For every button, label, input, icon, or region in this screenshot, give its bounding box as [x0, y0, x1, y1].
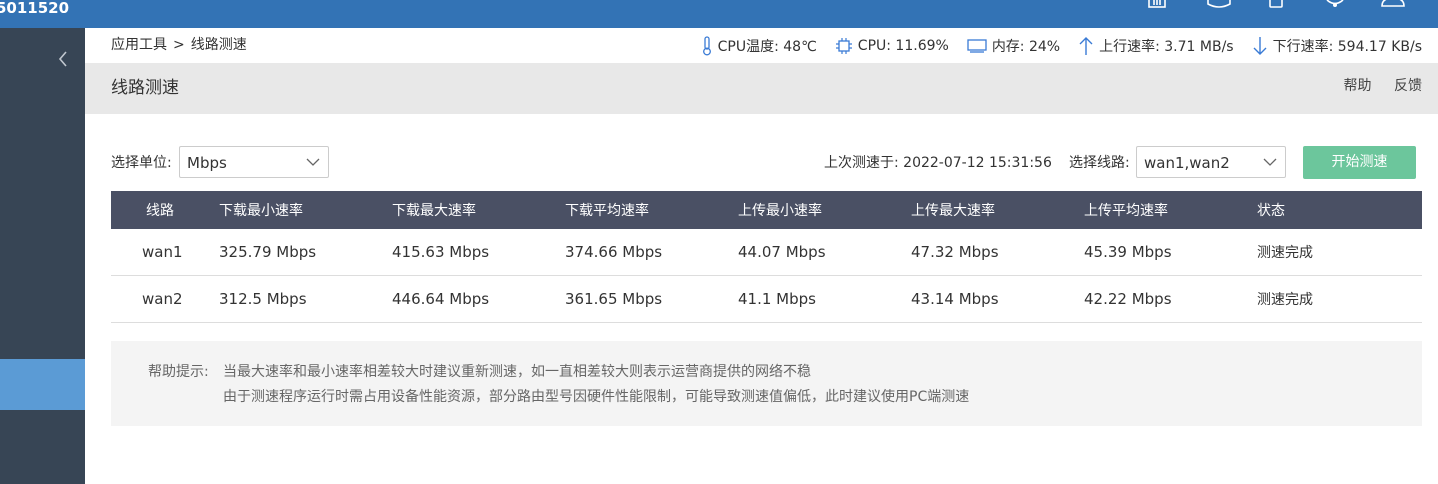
column-header: 下载最小速率 [219, 203, 303, 219]
device-id: 5011520 [0, 0, 70, 17]
help-link[interactable]: 帮助 [1344, 78, 1372, 94]
table-cell: 45.39 Mbps [1084, 243, 1172, 261]
table-cell: 446.64 Mbps [392, 290, 490, 308]
table-header: 线路 下载最小速率 下载最大速率 下载平均速率 上传最小速率 上传最大速率 上传… [111, 191, 1422, 229]
table-cell: 361.65 Mbps [565, 290, 663, 308]
message-icon[interactable] [1206, 0, 1232, 8]
sidebar [0, 28, 85, 484]
column-header: 下载平均速率 [565, 203, 649, 219]
cpu-stat: CPU: 11.69% [835, 37, 949, 55]
table-cell: 415.63 Mbps [392, 243, 490, 261]
help-tips-label: 帮助提示: [148, 364, 209, 380]
sidebar-active-item[interactable] [0, 359, 85, 410]
status-bar: 应用工具 > 线路测速 CPU温度: 48℃ CPU: 11.69% 内存: 24%… [85, 28, 1438, 63]
column-header: 上传最小速率 [738, 203, 822, 219]
collapse-sidebar-icon[interactable] [54, 48, 72, 70]
column-header: 状态 [1257, 203, 1285, 219]
download-stat: 下行速率: 594.17 KB/s [1252, 36, 1422, 56]
speedtest-results-table: 线路 下载最小速率 下载最大速率 下载平均速率 上传最小速率 上传最大速率 上传… [111, 191, 1422, 323]
table-cell: 42.22 Mbps [1084, 290, 1172, 308]
header-links: 帮助 反馈 [1326, 63, 1422, 109]
cpu-chip-icon [835, 37, 852, 54]
table-cell: 43.14 Mbps [911, 290, 999, 308]
line-select-value: wan1,wan2 [1144, 154, 1230, 172]
chevron-down-icon [306, 158, 320, 166]
arrow-down-icon [1253, 36, 1267, 55]
memory-icon [967, 38, 987, 53]
unit-label: 选择单位: [111, 155, 172, 171]
breadcrumb-parent[interactable]: 应用工具 [111, 37, 167, 53]
device-icon[interactable] [1268, 0, 1284, 8]
table-cell: 41.1 Mbps [738, 290, 816, 308]
help-tip-line: 由于测速程序运行时需占用设备性能资源，部分路由型号因硬件性能限制，可能导致测速值… [223, 389, 970, 405]
memory-stat: 内存: 24% [967, 36, 1060, 56]
table-cell-status: 测速完成 [1257, 245, 1313, 261]
last-test-time: 上次测速于: 2022-07-12 15:31:56 [824, 155, 1052, 171]
table-cell-line: wan2 [142, 290, 183, 308]
column-header: 上传最大速率 [911, 203, 995, 219]
cpu-temp-value: CPU温度: 48℃ [717, 38, 817, 55]
speedtest-controls: 选择单位: Mbps 上次测速于: 2022-07-12 15:31:56 选择… [111, 146, 1422, 180]
table-cell: 325.79 Mbps [219, 243, 317, 261]
column-header: 上传平均速率 [1084, 203, 1168, 219]
table-row: wan2 312.5 Mbps 446.64 Mbps 361.65 Mbps … [111, 276, 1422, 323]
table-cell: 312.5 Mbps [219, 290, 307, 308]
download-rate-value: 下行速率: 594.17 KB/s [1272, 38, 1422, 55]
user-icon[interactable] [1380, 0, 1406, 8]
column-header: 线路 [146, 203, 174, 219]
unit-select[interactable]: Mbps [179, 146, 329, 178]
system-stats: CPU温度: 48℃ CPU: 11.69% 内存: 24% 上行速率: 3.7… [683, 28, 1422, 63]
upload-rate-value: 上行速率: 3.71 MB/s [1099, 38, 1234, 55]
help-tips-box: 帮助提示: 当最大速率和最小速率相差较大时建议重新测速，如一直相差较大则表示运营… [111, 341, 1422, 426]
arrow-up-icon [1079, 36, 1093, 55]
cpu-temp-stat: CPU温度: 48℃ [701, 35, 817, 56]
table-row: wan1 325.79 Mbps 415.63 Mbps 374.66 Mbps… [111, 229, 1422, 276]
start-speedtest-button[interactable]: 开始测速 [1303, 146, 1416, 179]
cpu-usage-value: CPU: 11.69% [857, 37, 949, 54]
table-cell-line: wan1 [142, 243, 183, 261]
thermometer-icon [702, 35, 711, 55]
table-cell: 374.66 Mbps [565, 243, 663, 261]
breadcrumb-current: 线路测速 [190, 37, 247, 53]
line-label: 选择线路: [1069, 155, 1130, 171]
column-header: 下载最大速率 [392, 203, 476, 219]
chevron-down-icon [1263, 158, 1277, 166]
page-header: 线路测速 帮助 反馈 [85, 63, 1438, 114]
feedback-link[interactable]: 反馈 [1394, 78, 1422, 94]
memory-usage-value: 内存: 24% [991, 38, 1061, 55]
table-cell: 47.32 Mbps [911, 243, 999, 261]
table-cell-status: 测速完成 [1257, 292, 1313, 308]
help-tip-line: 当最大速率和最小速率相差较大时建议重新测速，如一直相差较大则表示运营商提供的网络… [223, 364, 811, 380]
upload-stat: 上行速率: 3.71 MB/s [1078, 36, 1234, 56]
bell-icon[interactable] [1324, 0, 1346, 8]
breadcrumb: 应用工具 > 线路测速 [111, 28, 247, 63]
signal-icon[interactable] [1146, 0, 1168, 8]
top-bar: 5011520 [0, 0, 1438, 28]
unit-select-value: Mbps [187, 154, 227, 172]
page-title: 线路测速 [111, 78, 179, 98]
breadcrumb-separator: > [173, 37, 185, 53]
table-cell: 44.07 Mbps [738, 243, 826, 261]
line-select[interactable]: wan1,wan2 [1136, 146, 1286, 178]
